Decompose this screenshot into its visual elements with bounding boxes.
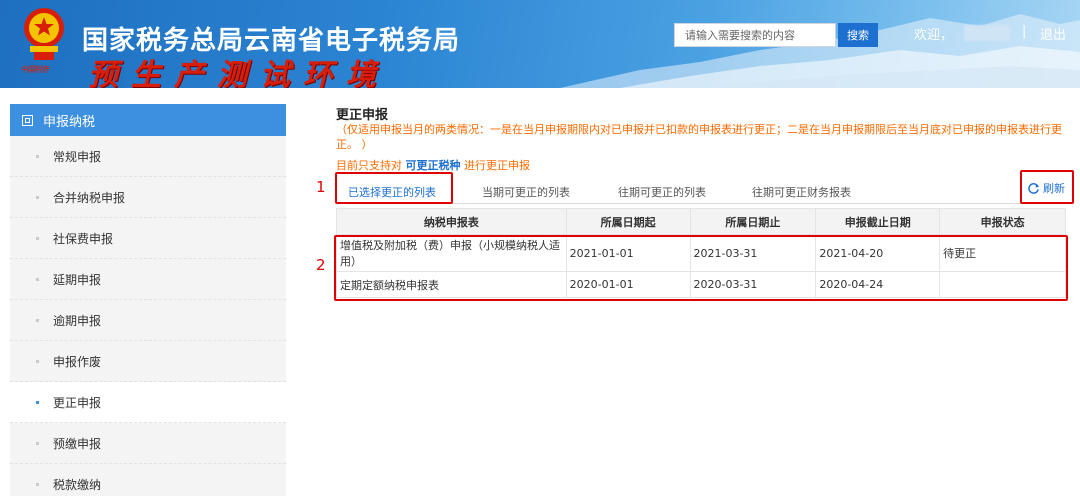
support-text: 目前只支持对 可更正税种 进行更正申报 — [336, 157, 530, 173]
column-header-period-start: 所属日期起 — [565, 208, 691, 235]
environment-subtitle: 预生产测试环境 — [88, 58, 389, 88]
sidebar-item-label: 延期申报 — [53, 272, 102, 287]
bullet-icon — [36, 318, 39, 322]
tab-past-financial-statements[interactable]: 往期可更正财务报表 — [752, 184, 851, 200]
column-header-period-end: 所属日期止 — [689, 208, 817, 235]
sidebar-item-label: 社保费申报 — [53, 231, 114, 246]
sidebar-item-label: 税款缴纳 — [53, 477, 102, 492]
sidebar-item-label: 更正申报 — [53, 395, 102, 410]
bullet-icon — [36, 482, 39, 486]
sidebar: 申报纳税 常规申报 合并纳税申报 社保费申报 延期申报 逾期申报 申报作废 更正… — [10, 104, 286, 496]
sidebar-item-label: 预缴申报 — [53, 436, 102, 451]
username-redacted — [964, 25, 1010, 41]
column-header-form: 纳税申报表 — [336, 208, 567, 235]
bullet-icon — [36, 154, 39, 158]
sidebar-item-social-insurance[interactable]: 社保费申报 — [10, 218, 286, 259]
sidebar-header[interactable]: 申报纳税 — [10, 104, 286, 136]
sidebar-item-tax-payment[interactable]: 税款缴纳 — [10, 464, 286, 496]
sidebar-item-prepayment-filing[interactable]: 预缴申报 — [10, 423, 286, 464]
search-button[interactable]: 搜索 — [838, 23, 878, 47]
support-suffix: 进行更正申报 — [464, 159, 530, 172]
bullet-icon — [36, 277, 39, 281]
sidebar-item-label: 合并纳税申报 — [53, 190, 126, 205]
annotation-marker-2: 2 — [316, 256, 326, 274]
site-header: 中国税务 国家税务总局云南省电子税务局 预生产测试环境 搜索 欢迎， | 退出 — [0, 0, 1080, 88]
bullet-icon — [36, 441, 39, 445]
sidebar-item-label: 逾期申报 — [53, 313, 102, 328]
table-header-row: 纳税申报表 所属日期起 所属日期止 申报截止日期 申报状态 — [336, 208, 1066, 235]
search-input[interactable] — [674, 23, 836, 47]
support-prefix: 目前只支持对 — [336, 159, 402, 172]
document-icon — [22, 114, 33, 126]
annotation-marker-1: 1 — [316, 178, 326, 196]
bullet-icon — [36, 236, 39, 240]
header-divider: | — [1022, 24, 1027, 39]
column-header-status: 申报状态 — [939, 208, 1066, 235]
emblem-caption: 中国税务 — [20, 65, 49, 74]
sidebar-item-regular-filing[interactable]: 常规申报 — [10, 136, 286, 177]
sidebar-item-overdue-filing[interactable]: 逾期申报 — [10, 300, 286, 341]
tab-past-period-correctable[interactable]: 往期可更正的列表 — [618, 184, 706, 200]
bullet-icon — [36, 359, 39, 363]
column-header-deadline: 申报截止日期 — [815, 208, 941, 235]
sidebar-item-label: 申报作废 — [53, 354, 102, 369]
logout-link[interactable]: 退出 — [1040, 24, 1066, 43]
tab-current-period-correctable[interactable]: 当期可更正的列表 — [482, 184, 570, 200]
sidebar-item-void-filing[interactable]: 申报作废 — [10, 341, 286, 382]
welcome-text: 欢迎， — [914, 28, 954, 43]
bullet-icon — [36, 195, 39, 199]
bullet-icon — [36, 400, 39, 404]
sidebar-item-label: 常规申报 — [53, 149, 102, 164]
notice-text: （仅适用申报当月的两类情况：一是在当月申报期限内对已申报并已扣款的申报表进行更正… — [336, 123, 1062, 151]
correctable-tax-link[interactable]: 可更正税种 — [406, 159, 461, 172]
page-title: 更正申报 — [336, 108, 389, 123]
sidebar-item-correction-filing[interactable]: 更正申报 — [10, 382, 286, 423]
sidebar-item-deferred-filing[interactable]: 延期申报 — [10, 259, 286, 300]
annotation-box-rows — [334, 235, 1068, 301]
annotation-box-tab — [335, 172, 453, 204]
sidebar-header-label: 申报纳税 — [43, 114, 96, 130]
sidebar-item-consolidated-filing[interactable]: 合并纳税申报 — [10, 177, 286, 218]
annotation-box-refresh — [1020, 170, 1074, 204]
